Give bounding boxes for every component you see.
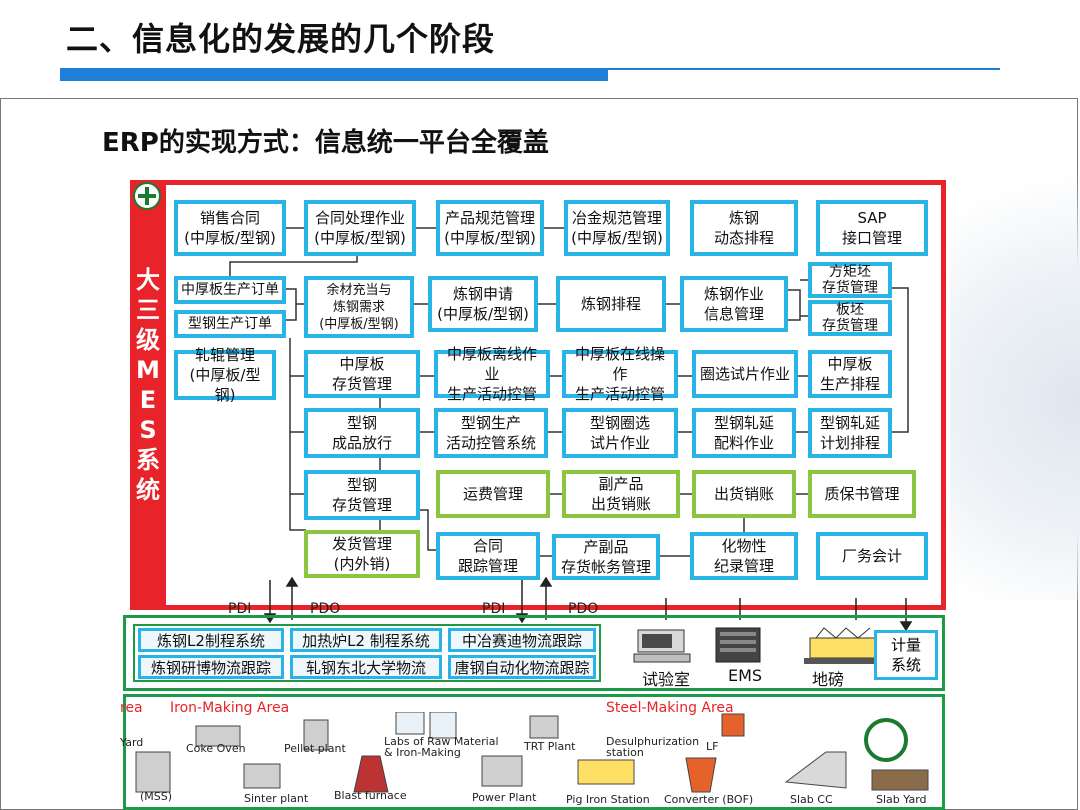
plant-label-blast-furnace: Blast furnace	[334, 789, 407, 802]
mes-module-box: 型钢轧延 计划排程	[808, 408, 892, 458]
mes-module-box: 出货销账	[692, 470, 796, 518]
mes-module-box: 运费管理	[436, 470, 550, 518]
level2-system-box: 中冶赛迪物流跟踪	[448, 628, 596, 652]
mes-module-box: 中厚板离线作业 生产活动控管	[434, 345, 550, 403]
mes-module-box: 型钢生产订单	[174, 310, 286, 338]
mes-module-box: 方矩坯 存货管理	[808, 262, 892, 298]
mes-module-box: 余材充当与 炼钢需求 (中厚板/型钢)	[304, 276, 414, 338]
mes-module-box: 中厚板 生产排程	[808, 350, 892, 398]
plant-label-mss: (MSS)	[140, 790, 173, 803]
mes-module-box: 合同 跟踪管理	[436, 532, 540, 580]
mes-module-box: 中厚板在线操作 生产活动控管	[562, 345, 678, 403]
mes-module-box: SAP 接口管理	[816, 200, 928, 256]
mes-module-box: 炼钢排程	[556, 276, 666, 332]
plant-label-coke-oven: Coke Oven	[186, 742, 246, 755]
mes-module-box: 厂务会计	[816, 532, 928, 580]
mes-module-box: 炼钢 动态排程	[690, 200, 798, 256]
level2-system-box: 轧钢东北大学物流	[290, 655, 442, 679]
lab-computer-icon	[633, 629, 691, 663]
mes-module-box: 化物性 纪录管理	[690, 532, 798, 580]
mes-module-box: 炼钢申请 (中厚板/型钢)	[428, 276, 538, 332]
weighbridge-icon	[804, 627, 884, 664]
converter-icon	[685, 757, 717, 793]
sinter-plant-icon	[243, 763, 281, 789]
plant-label-power-plant: Power Plant	[472, 791, 537, 804]
device-label-weighbridge: 地磅	[812, 670, 845, 689]
power-plant-icon	[481, 755, 523, 787]
mes-module-box: 中厚板 存货管理	[304, 350, 420, 398]
mes-module-box: 型钢 存货管理	[304, 470, 420, 520]
plant-label-trt-plant: TRT Plant	[524, 740, 576, 753]
level2-system-box: 炼钢L2制程系统	[138, 628, 284, 652]
plant-label-sinter-plant: Sinter plant	[244, 792, 309, 805]
plant-label-yard: Yard	[120, 736, 144, 749]
mes-module-box: 冶金规范管理 (中厚板/型钢)	[564, 200, 670, 256]
slab-cc-icon	[784, 751, 847, 789]
plant-label-slab-yard: Slab Yard	[876, 793, 927, 806]
mes-module-box: 轧辊管理 (中厚板/型钢)	[174, 346, 276, 404]
mes-module-box: 型钢轧延 配料作业	[692, 408, 796, 458]
plant-label-labs: Labs of Raw Material & Iron-Making	[384, 735, 499, 759]
lab-monitor-icon	[395, 712, 425, 735]
trt-plant-icon	[529, 715, 559, 739]
plant-label-pig-iron-station: Pig Iron Station	[566, 793, 650, 806]
device-label-ems: EMS	[728, 666, 763, 685]
plant-label-converter: Converter (BOF)	[664, 793, 754, 806]
pig-iron-station-icon	[577, 759, 635, 785]
mes-module-box: 发货管理 (内外销)	[304, 530, 420, 578]
mes-module-box: 型钢圈选 试片作业	[562, 408, 678, 458]
mes-module-box: 销售合同 (中厚板/型钢)	[174, 200, 286, 256]
device-label-lab: 试验室	[642, 670, 691, 689]
mes-module-box: 产品规范管理 (中厚板/型钢)	[436, 200, 544, 256]
mes-module-box: 圈选试片作业	[692, 350, 798, 398]
mes-module-box: 型钢 成品放行	[304, 408, 420, 458]
lf-icon	[721, 713, 745, 737]
plant-label-pellet-plant: Pellet plant	[284, 742, 346, 755]
device-icons	[633, 627, 884, 664]
mes-module-box: 型钢生产 活动控管系统	[434, 408, 548, 458]
mes-module-box: 合同处理作业 (中厚板/型钢)	[304, 200, 416, 256]
slab-yard-icon	[871, 769, 929, 791]
plant-label-lf: LF	[706, 740, 719, 753]
mes-module-box: 产副品 存货帐务管理	[552, 534, 660, 580]
company-logo-icon	[864, 718, 908, 762]
mes-module-box: 炼钢作业 信息管理	[680, 276, 788, 332]
mss-building-icon	[135, 751, 171, 793]
mes-module-box: 板坯 存货管理	[808, 300, 892, 336]
mes-module-box: 中厚板生产订单	[174, 276, 286, 304]
ems-server-icon	[715, 627, 761, 663]
plant-label-desulphurization: Desulphurization station	[606, 735, 700, 759]
level2-system-box: 加热炉L2 制程系统	[290, 628, 442, 652]
level2-system-box: 唐钢自动化物流跟踪	[448, 655, 596, 679]
mes-module-box: 质保书管理	[808, 470, 916, 518]
mes-module-box: 副产品 出货销账	[562, 470, 680, 518]
plant-label-slab-cc: Slab CC	[790, 793, 833, 806]
metering-system-box: 计量 系统	[874, 630, 938, 680]
blast-furnace-icon	[353, 755, 389, 793]
level2-system-box: 炼钢研博物流跟踪	[138, 655, 284, 679]
